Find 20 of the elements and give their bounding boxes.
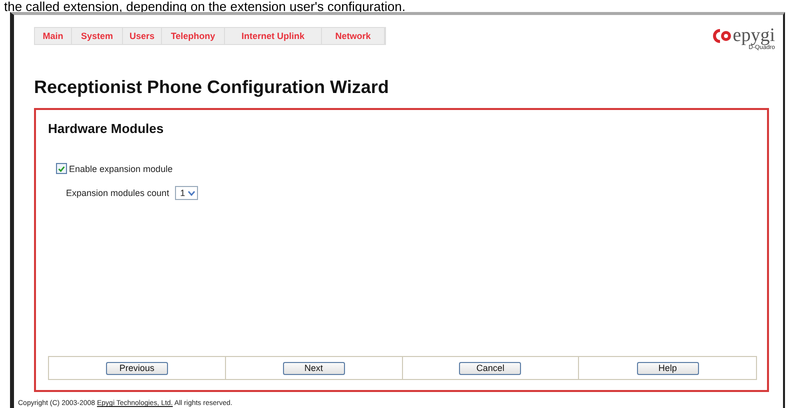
caret-icon — [188, 190, 196, 196]
nav-tab[interactable]: Users — [123, 28, 162, 44]
wizard-button[interactable]: Help — [636, 362, 699, 374]
count-dropdown[interactable]: 1 — [175, 186, 198, 200]
checkbox[interactable] — [56, 163, 67, 174]
nav-tab[interactable]: Main — [35, 28, 72, 44]
field-label: Expansion modules count — [66, 188, 170, 198]
wizard-button[interactable]: Previous — [106, 362, 168, 374]
nav-tab[interactable]: Network — [322, 28, 385, 44]
nav-tab[interactable]: Internet Uplink — [225, 28, 322, 44]
wizard-button[interactable]: Cancel — [459, 362, 522, 374]
checkbox-label: Enable expansion module — [69, 164, 173, 174]
section-heading: Hardware Modules — [48, 121, 165, 136]
nav-tab[interactable]: System — [72, 28, 123, 44]
caption-text: the called extension, depending on the extension user's configuration. — [3, 0, 406, 12]
wizard-button[interactable]: Next — [282, 362, 345, 374]
nav-tab[interactable]: Telephony — [162, 28, 225, 44]
page-title: Receptionist Phone Configuration Wizard — [34, 77, 390, 98]
logo-swirl-icon — [712, 29, 731, 43]
logo-brand: epygi — [732, 25, 775, 46]
